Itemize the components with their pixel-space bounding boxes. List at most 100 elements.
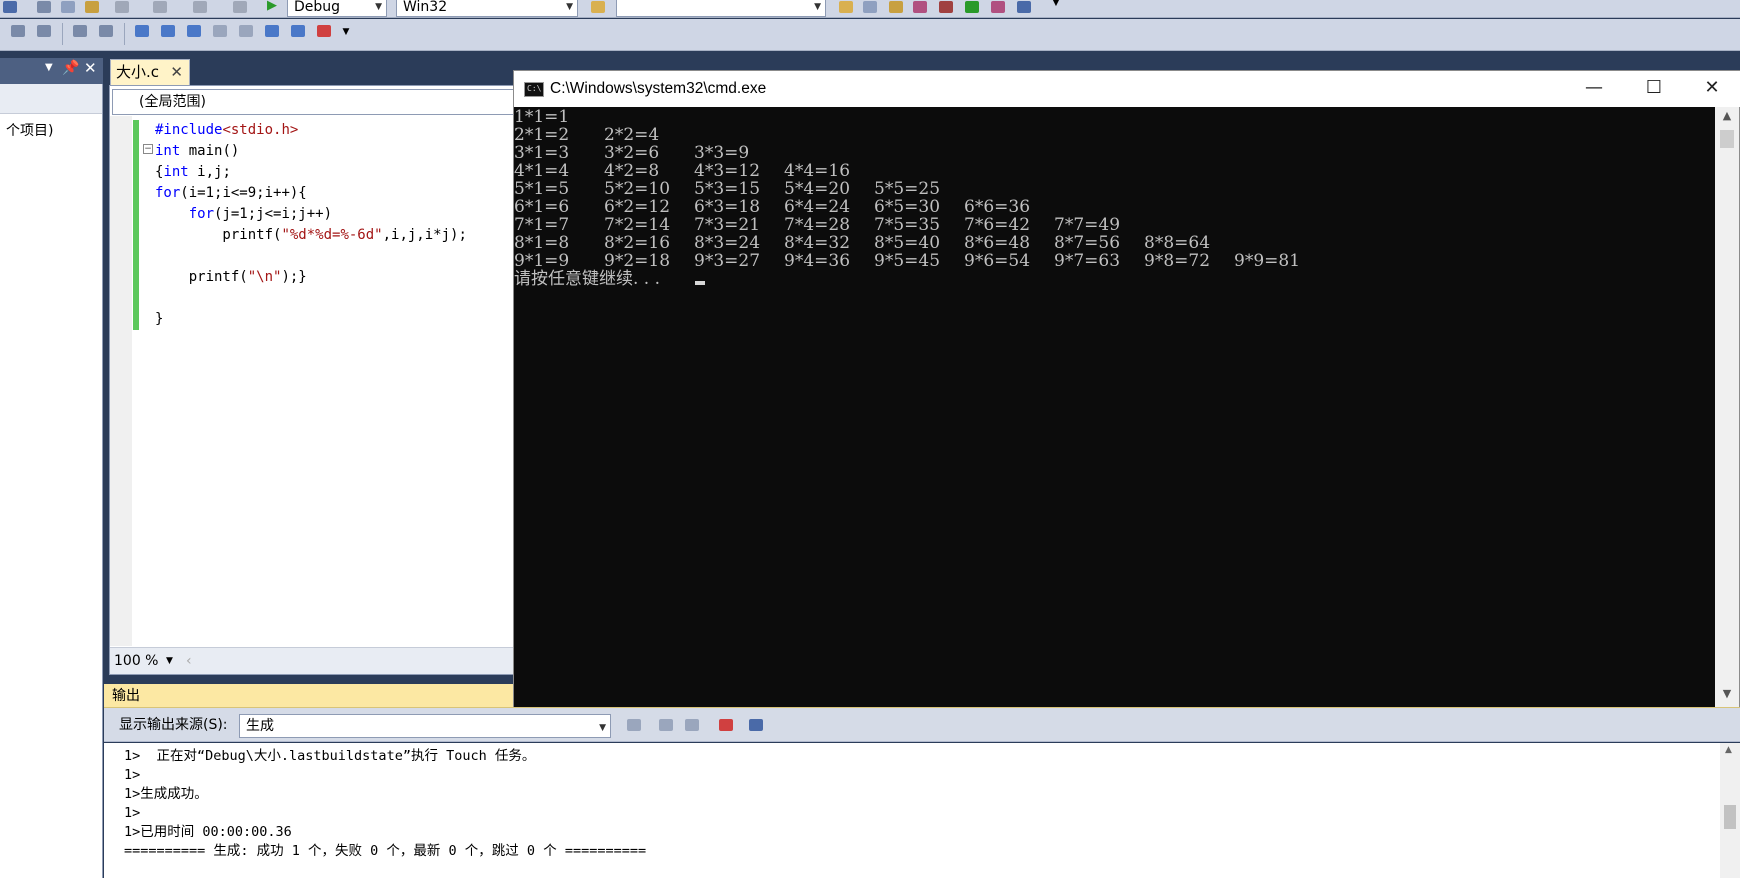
maximize-icon[interactable]: ☐ bbox=[1626, 71, 1682, 107]
navigate-back-icon[interactable] bbox=[190, 0, 210, 16]
previous-bookmark-folder-icon[interactable] bbox=[210, 22, 230, 40]
toolbar-overflow-icon[interactable]: ▼ bbox=[336, 27, 356, 45]
code-line: printf("\n");} bbox=[155, 269, 307, 285]
console-cell: 6*5=30 bbox=[874, 197, 941, 217]
find-icon[interactable] bbox=[836, 0, 856, 16]
minimize-icon[interactable]: — bbox=[1566, 71, 1622, 107]
console-cell: 4*1=4 bbox=[514, 161, 570, 181]
console-cell: 8*1=8 bbox=[514, 233, 570, 253]
close-icon[interactable]: ✕ bbox=[84, 59, 97, 77]
close-icon[interactable]: ✕ bbox=[1684, 71, 1740, 107]
output-line: ========== 生成: 成功 1 个，失败 0 个，最新 0 个，跳过 0… bbox=[124, 843, 647, 859]
tools-icon[interactable] bbox=[936, 0, 956, 16]
console-cell: 5*4=20 bbox=[784, 179, 851, 199]
next-bookmark-document-icon[interactable] bbox=[288, 22, 308, 40]
word-wrap-icon[interactable] bbox=[746, 716, 766, 734]
copy-icon[interactable] bbox=[58, 0, 78, 16]
console-prompt: 请按任意键继续. . . bbox=[514, 269, 661, 289]
object-browser-icon[interactable] bbox=[886, 0, 906, 16]
output-toolbar: 显示输出来源(S): 生成 ▼ bbox=[104, 708, 1740, 742]
console-cell: 3*1=3 bbox=[514, 143, 570, 163]
console-cell: 6*2=12 bbox=[604, 197, 671, 217]
console-cell: 5*1=5 bbox=[514, 179, 570, 199]
previous-bookmark-document-icon[interactable] bbox=[262, 22, 282, 40]
console-cell: 8*7=56 bbox=[1054, 233, 1121, 253]
configuration-combo[interactable]: Debug ▼ bbox=[287, 0, 387, 17]
pin-icon[interactable]: 📌 bbox=[62, 60, 79, 76]
scroll-up-icon[interactable]: ▲ bbox=[1715, 109, 1739, 129]
save-all-icon[interactable] bbox=[0, 0, 20, 16]
console-cell: 7*1=7 bbox=[514, 215, 570, 235]
code-line: } bbox=[155, 311, 164, 327]
scroll-thumb[interactable] bbox=[1720, 130, 1734, 148]
console-cell: 8*6=48 bbox=[964, 233, 1031, 253]
scroll-down-icon[interactable]: ▼ bbox=[1715, 687, 1739, 707]
undo-icon[interactable] bbox=[112, 0, 132, 16]
paste-icon[interactable] bbox=[82, 0, 102, 16]
output-line: 1> 正在对“Debug\大小.lastbuildstate”执行 Touch … bbox=[124, 748, 536, 764]
code-editor[interactable]: (全局范围) − #include<stdio.h> int main() {int… bbox=[109, 85, 514, 675]
next-bookmark-icon[interactable] bbox=[184, 22, 204, 40]
uncomment-icon[interactable] bbox=[96, 22, 116, 40]
properties-icon[interactable] bbox=[860, 0, 880, 16]
console-title-bar[interactable]: C:\ C:\Windows\system32\cmd.exe — ☐ ✕ bbox=[514, 71, 1740, 107]
output-source-combo[interactable]: 生成 ▼ bbox=[239, 714, 611, 738]
toolbar-separator bbox=[62, 23, 63, 45]
toggle-bookmark-icon[interactable] bbox=[132, 22, 152, 40]
solution-node-label[interactable]: 个项目) bbox=[6, 120, 53, 140]
find-combo[interactable]: ▼ bbox=[616, 0, 826, 17]
scroll-left-icon[interactable]: ‹ bbox=[186, 648, 192, 674]
dropdown-arrow-icon[interactable]: ▼ bbox=[166, 648, 173, 674]
navigate-forward-icon[interactable] bbox=[230, 0, 250, 16]
import-icon[interactable] bbox=[962, 0, 982, 16]
zoom-level[interactable]: 100 % bbox=[114, 653, 158, 669]
next-bookmark-folder-icon[interactable] bbox=[236, 22, 256, 40]
console-cell: 6*1=6 bbox=[514, 197, 570, 217]
play-icon[interactable]: ▶ bbox=[262, 0, 282, 16]
console-output[interactable]: 1*1=1 2*1=2 2*2=4 3*1=3 3*2=6 3*3=9 4*1=4 4*2=8… bbox=[514, 107, 1715, 707]
console-window[interactable]: C:\ C:\Windows\system32\cmd.exe — ☐ ✕ 1*… bbox=[513, 70, 1740, 707]
code-line: int main() bbox=[155, 143, 240, 159]
output-line: 1>生成成功。 bbox=[124, 786, 208, 802]
output-text-area[interactable]: 1> 正在对“Debug\大小.lastbuildstate”执行 Touch … bbox=[104, 743, 1740, 878]
tab-source-file[interactable]: 大小.c ✕ bbox=[110, 59, 190, 85]
previous-message-icon[interactable] bbox=[656, 716, 676, 734]
console-cell: 6*6=36 bbox=[964, 197, 1031, 217]
clear-all-icon[interactable] bbox=[716, 716, 736, 734]
scope-dropdown[interactable]: (全局范围) bbox=[112, 89, 514, 115]
console-scrollbar[interactable]: ▲ ▼ bbox=[1715, 107, 1739, 707]
code-area[interactable]: #include<stdio.h> int main() {int i,j; for(… bbox=[155, 120, 467, 330]
next-message-icon[interactable] bbox=[682, 716, 702, 734]
platform-combo[interactable]: Win32 ▼ bbox=[396, 0, 578, 17]
solution-explorer-header: ▼ 📌 ✕ bbox=[0, 58, 103, 84]
toolbar-overflow-icon[interactable]: ▼ bbox=[1046, 0, 1066, 16]
cut-icon[interactable] bbox=[34, 0, 54, 16]
scroll-thumb[interactable] bbox=[1724, 805, 1736, 829]
previous-bookmark-icon[interactable] bbox=[158, 22, 178, 40]
output-source-value: 生成 bbox=[246, 718, 274, 734]
console-cell: 5*5=25 bbox=[874, 179, 941, 199]
scroll-up-icon[interactable]: ▲ bbox=[1725, 745, 1732, 755]
console-cell: 9*5=45 bbox=[874, 251, 941, 271]
output-scrollbar[interactable]: ▲ bbox=[1720, 743, 1740, 878]
collapse-icon[interactable]: − bbox=[143, 144, 153, 154]
code-line: #include<stdio.h> bbox=[155, 122, 299, 138]
code-line: printf("%d*%d=%-6d",i,j,i*j); bbox=[155, 227, 467, 243]
redo-icon[interactable] bbox=[150, 0, 170, 16]
close-icon[interactable]: ✕ bbox=[170, 60, 183, 84]
find-message-icon[interactable] bbox=[624, 716, 644, 734]
decrease-indent-icon[interactable] bbox=[8, 22, 28, 40]
zoom-bar: 100 % ▼ ‹ bbox=[110, 647, 513, 674]
console-cell: 2*2=4 bbox=[604, 125, 660, 145]
dropdown-arrow-icon[interactable]: ▼ bbox=[45, 62, 53, 73]
output-line: 1> bbox=[124, 767, 141, 783]
window-layout-icon[interactable] bbox=[1014, 0, 1034, 16]
toolbox-icon[interactable] bbox=[910, 0, 930, 16]
class-view-icon[interactable] bbox=[988, 0, 1008, 16]
find-in-files-icon[interactable] bbox=[588, 0, 608, 16]
increase-indent-icon[interactable] bbox=[34, 22, 54, 40]
comment-icon[interactable] bbox=[70, 22, 90, 40]
code-line: {int i,j; bbox=[155, 164, 231, 180]
clear-bookmarks-icon[interactable] bbox=[314, 22, 334, 40]
